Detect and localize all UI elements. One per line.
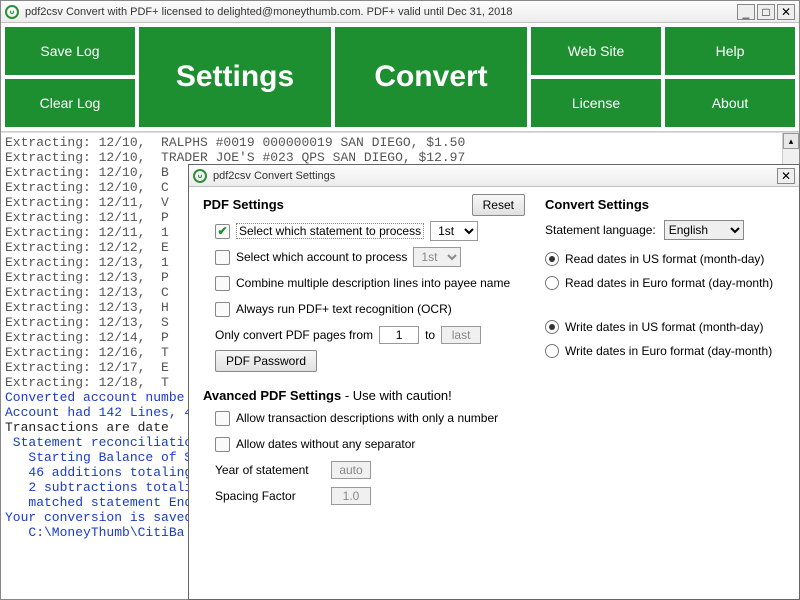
help-button[interactable]: Help xyxy=(665,27,795,75)
minimize-button[interactable]: _ xyxy=(737,4,755,20)
maximize-button[interactable]: □ xyxy=(757,4,775,20)
about-button[interactable]: About xyxy=(665,79,795,127)
log-line: Extracting: 12/10, TRADER JOE'S #023 QPS… xyxy=(5,150,795,165)
save-log-button[interactable]: Save Log xyxy=(5,27,135,75)
select-statement-label: Select which statement to process xyxy=(236,223,424,239)
spacing-input[interactable] xyxy=(331,487,371,505)
account-number-select: 1st xyxy=(413,247,461,267)
window-title: pdf2csv Convert with PDF+ licensed to de… xyxy=(25,6,737,18)
pages-to-input[interactable] xyxy=(441,326,481,344)
write-us-radio[interactable] xyxy=(545,320,559,334)
select-account-label: Select which account to process xyxy=(236,250,407,264)
spacing-label: Spacing Factor xyxy=(215,489,325,503)
app-icon xyxy=(5,5,19,19)
read-us-label: Read dates in US format (month-day) xyxy=(565,252,764,266)
write-eu-radio[interactable] xyxy=(545,344,559,358)
read-eu-label: Read dates in Euro format (day-month) xyxy=(565,276,773,290)
settings-button[interactable]: Settings xyxy=(139,27,331,127)
dialog-titlebar: pdf2csv Convert Settings ✕ xyxy=(189,165,799,187)
pdf-password-button[interactable]: PDF Password xyxy=(215,350,317,372)
dialog-close-button[interactable]: ✕ xyxy=(777,168,795,184)
statement-number-select[interactable]: 1st xyxy=(430,221,478,241)
clear-log-button[interactable]: Clear Log xyxy=(5,79,135,127)
ocr-checkbox[interactable] xyxy=(215,302,230,317)
license-button[interactable]: License xyxy=(531,79,661,127)
year-label: Year of statement xyxy=(215,463,325,477)
pdf-settings-column: PDF Settings Reset Select which statemen… xyxy=(203,197,525,511)
convert-button[interactable]: Convert xyxy=(335,27,527,127)
reset-button[interactable]: Reset xyxy=(472,194,525,216)
settings-dialog: pdf2csv Convert Settings ✕ PDF Settings … xyxy=(188,164,800,600)
read-us-radio[interactable] xyxy=(545,252,559,266)
ocr-label: Always run PDF+ text recognition (OCR) xyxy=(236,302,452,316)
convert-settings-heading: Convert Settings xyxy=(545,197,785,212)
dialog-title: pdf2csv Convert Settings xyxy=(213,170,777,182)
pages-from-label: Only convert PDF pages from xyxy=(215,328,373,342)
combine-lines-checkbox[interactable] xyxy=(215,276,230,291)
allow-number-desc-checkbox[interactable] xyxy=(215,411,230,426)
scroll-up-button[interactable]: ▴ xyxy=(783,133,799,149)
advanced-heading: Avanced PDF Settings - Use with caution! xyxy=(203,388,525,403)
log-line: Extracting: 12/10, RALPHS #0019 00000001… xyxy=(5,135,795,150)
read-eu-radio[interactable] xyxy=(545,276,559,290)
main-titlebar: pdf2csv Convert with PDF+ licensed to de… xyxy=(1,1,799,23)
write-us-label: Write dates in US format (month-day) xyxy=(565,320,764,334)
convert-settings-column: Convert Settings Statement language: Eng… xyxy=(545,197,785,511)
pages-to-label: to xyxy=(425,328,435,342)
pages-from-input[interactable] xyxy=(379,326,419,344)
language-select[interactable]: English xyxy=(664,220,744,240)
allow-number-desc-label: Allow transaction descriptions with only… xyxy=(236,411,498,425)
close-button[interactable]: ✕ xyxy=(777,4,795,20)
website-button[interactable]: Web Site xyxy=(531,27,661,75)
allow-nosep-label: Allow dates without any separator xyxy=(236,437,415,451)
write-eu-label: Write dates in Euro format (day-month) xyxy=(565,344,772,358)
combine-lines-label: Combine multiple description lines into … xyxy=(236,276,510,290)
app-icon xyxy=(193,169,207,183)
toolbar: Save Log Clear Log Settings Convert Web … xyxy=(1,23,799,132)
language-label: Statement language: xyxy=(545,223,656,237)
select-account-checkbox[interactable] xyxy=(215,250,230,265)
allow-nosep-checkbox[interactable] xyxy=(215,437,230,452)
year-input[interactable] xyxy=(331,461,371,479)
select-statement-checkbox[interactable] xyxy=(215,224,230,239)
